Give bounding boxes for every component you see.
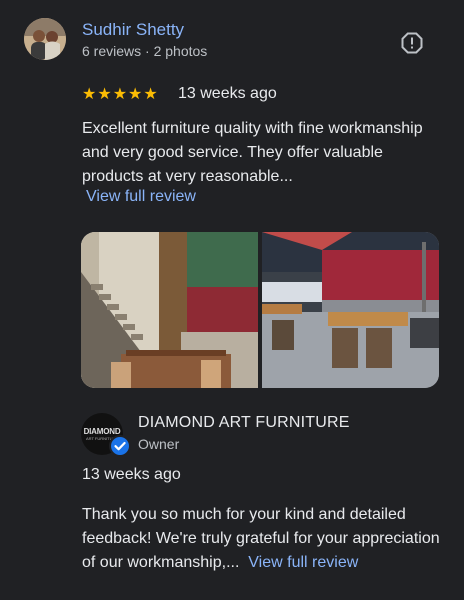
terrace-dining-photo[interactable]: [262, 232, 439, 388]
report-icon[interactable]: [400, 31, 424, 55]
star-rating: ★★★★★: [82, 86, 159, 103]
review-text: Excellent furniture quality with fine wo…: [82, 120, 423, 185]
reply-time: 13 weeks ago: [82, 466, 181, 483]
owner-label: Owner: [138, 436, 180, 452]
owner-name: DIAMOND ART FURNITURE: [138, 414, 350, 431]
owner-reply-text: Thank you so much for your kind and deta…: [82, 503, 442, 575]
reviewer-name[interactable]: Sudhir Shetty: [82, 20, 184, 40]
review-time: 13 weeks ago: [178, 85, 277, 102]
reviewer-meta: 6 reviews · 2 photos: [82, 43, 208, 59]
staircase-dining-photo[interactable]: [81, 232, 258, 388]
verified-check-icon: [109, 435, 131, 457]
view-full-review-link[interactable]: View full review: [86, 188, 196, 206]
reviewer-avatar[interactable]: [24, 18, 66, 60]
view-full-reply-link[interactable]: View full review: [248, 554, 358, 571]
